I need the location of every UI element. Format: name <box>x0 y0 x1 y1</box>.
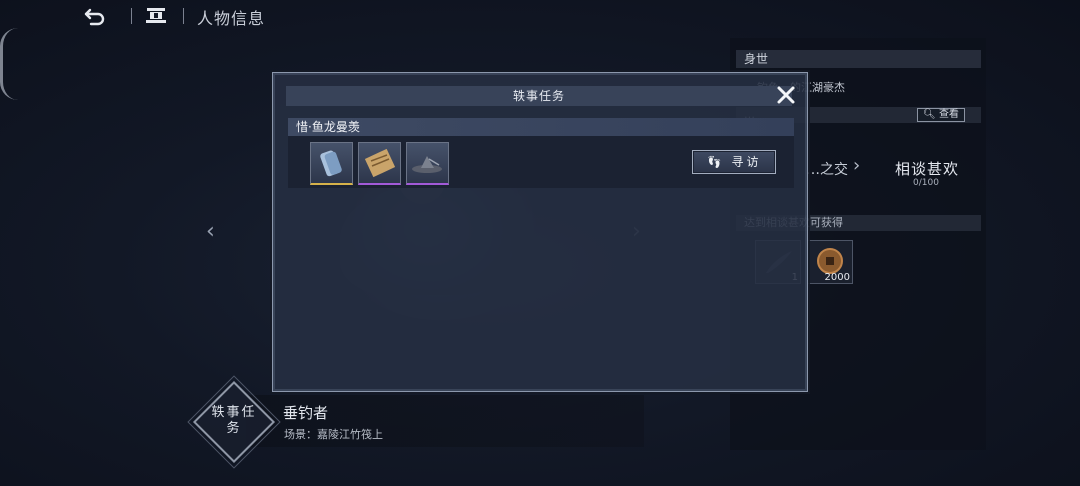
close-icon[interactable] <box>775 84 797 106</box>
hat-icon <box>412 156 442 173</box>
reward-item-slot[interactable] <box>406 142 449 185</box>
unrolled-scroll-icon <box>364 148 396 178</box>
scroll-bundle-icon <box>320 150 342 177</box>
chevron-right-icon: › <box>853 155 861 176</box>
npc-scene: 场景：嘉陵江竹筏上 <box>284 428 383 441</box>
chevron-left-icon[interactable]: ‹ <box>206 219 215 244</box>
reward-count: 2000 <box>824 272 850 283</box>
house-icon[interactable] <box>145 5 167 25</box>
reward-item-slot[interactable] <box>310 142 353 185</box>
dialog-title: 轶事任务 <box>286 86 792 106</box>
visit-button[interactable]: 👣︎ 寻访 <box>692 150 776 174</box>
search-icon: 🔍︎ <box>923 109 936 120</box>
undo-arrow-icon[interactable] <box>84 6 106 26</box>
visit-button-label: 寻访 <box>731 155 762 169</box>
task-name: 惜·鱼龙曼羡 <box>288 118 794 136</box>
npc-name: 垂钓者 <box>283 404 329 422</box>
badge-label: 轶事任务 <box>211 405 257 436</box>
separator <box>131 8 132 24</box>
view-button-label: 查看 <box>938 109 959 120</box>
view-button[interactable]: 🔍︎ 查看 <box>917 108 965 122</box>
side-handle[interactable] <box>0 28 20 100</box>
relation-progress: 0/100 <box>913 178 939 188</box>
footprints-icon: 👣︎ <box>706 155 725 169</box>
page-title: 人物信息 <box>197 9 266 28</box>
reward-slot[interactable]: 2000 <box>807 240 853 284</box>
relation-current: 相谈甚欢 <box>895 160 960 178</box>
separator <box>183 8 184 24</box>
background-section-title: 身世 <box>736 50 981 68</box>
relation-previous: …之交 <box>806 162 848 178</box>
reward-item-slot[interactable] <box>358 142 401 185</box>
